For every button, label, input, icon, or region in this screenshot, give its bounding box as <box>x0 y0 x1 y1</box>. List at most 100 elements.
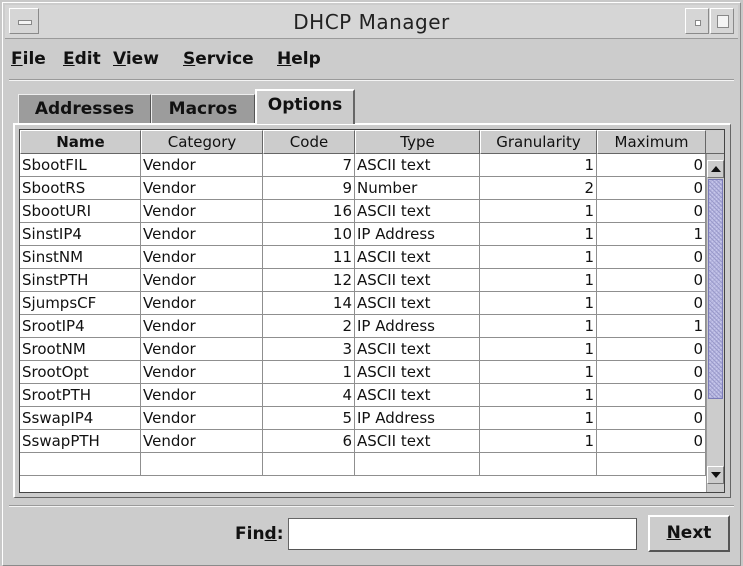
cell-code[interactable]: 3 <box>263 338 355 361</box>
table-row[interactable]: SbootRS Vendor 9 Number 2 0 <box>20 177 706 200</box>
cell-name[interactable]: SjumpsCF <box>20 292 141 315</box>
title-bar[interactable]: DHCP Manager <box>5 5 738 39</box>
menu-file[interactable]: File <box>11 49 46 69</box>
cell-type[interactable]: ASCII text <box>355 154 480 177</box>
cell-code[interactable]: 1 <box>263 361 355 384</box>
tab-options[interactable]: Options <box>255 89 355 124</box>
find-input[interactable] <box>288 518 637 550</box>
cell-name[interactable]: SrootPTH <box>20 384 141 407</box>
cell-granularity[interactable]: 1 <box>480 223 597 246</box>
table-row[interactable]: SjumpsCF Vendor 14 ASCII text 1 0 <box>20 292 706 315</box>
cell-name[interactable]: SinstIP4 <box>20 223 141 246</box>
cell-type[interactable]: IP Address <box>355 223 480 246</box>
table-row[interactable]: SinstIP4 Vendor 10 IP Address 1 1 <box>20 223 706 246</box>
table-row[interactable]: SrootOpt Vendor 1 ASCII text 1 0 <box>20 361 706 384</box>
cell-name[interactable]: SswapPTH <box>20 430 141 453</box>
cell-maximum[interactable]: 0 <box>597 246 706 269</box>
column-header-code[interactable]: Code <box>263 130 355 154</box>
cell-granularity[interactable]: 1 <box>480 292 597 315</box>
cell-type[interactable]: ASCII text <box>355 246 480 269</box>
cell-category[interactable]: Vendor <box>141 269 263 292</box>
cell-maximum[interactable]: 0 <box>597 384 706 407</box>
cell-maximum[interactable]: 0 <box>597 154 706 177</box>
table-row[interactable]: SbootFIL Vendor 7 ASCII text 1 0 <box>20 154 706 177</box>
cell-granularity[interactable]: 1 <box>480 154 597 177</box>
cell-code[interactable]: 9 <box>263 177 355 200</box>
column-header-granularity[interactable]: Granularity <box>480 130 597 154</box>
menu-service[interactable]: Service <box>183 49 254 69</box>
table-row[interactable]: SswapIP4 Vendor 5 IP Address 1 0 <box>20 407 706 430</box>
cell-granularity[interactable]: 1 <box>480 407 597 430</box>
cell-category[interactable]: Vendor <box>141 223 263 246</box>
column-header-category[interactable]: Category <box>141 130 263 154</box>
cell-type[interactable]: Number <box>355 177 480 200</box>
cell-code[interactable]: 16 <box>263 200 355 223</box>
scroll-up-button[interactable] <box>707 160 724 178</box>
tab-addresses[interactable]: Addresses <box>18 94 151 124</box>
column-header-maximum[interactable]: Maximum <box>597 130 706 154</box>
cell-category[interactable]: Vendor <box>141 361 263 384</box>
cell-maximum[interactable]: 0 <box>597 292 706 315</box>
cell-name[interactable]: SrootOpt <box>20 361 141 384</box>
scroll-down-button[interactable] <box>707 466 724 484</box>
menu-help[interactable]: Help <box>277 49 321 69</box>
cell-granularity[interactable]: 1 <box>480 430 597 453</box>
cell-code[interactable]: 4 <box>263 384 355 407</box>
cell-code[interactable]: 12 <box>263 269 355 292</box>
cell-maximum[interactable]: 0 <box>597 361 706 384</box>
cell-maximum[interactable]: 0 <box>597 177 706 200</box>
cell-granularity[interactable]: 1 <box>480 200 597 223</box>
cell-name[interactable]: SbootURI <box>20 200 141 223</box>
cell-code[interactable]: 11 <box>263 246 355 269</box>
table-row[interactable]: SbootURI Vendor 16 ASCII text 1 0 <box>20 200 706 223</box>
tab-macros[interactable]: Macros <box>151 94 255 124</box>
cell-type[interactable]: ASCII text <box>355 292 480 315</box>
cell-category[interactable]: Vendor <box>141 430 263 453</box>
cell-type[interactable]: ASCII text <box>355 384 480 407</box>
column-header-name[interactable]: Name <box>20 130 141 154</box>
table-row[interactable]: SrootNM Vendor 3 ASCII text 1 0 <box>20 338 706 361</box>
cell-type[interactable]: IP Address <box>355 407 480 430</box>
cell-type[interactable]: ASCII text <box>355 200 480 223</box>
cell-name[interactable]: SbootRS <box>20 177 141 200</box>
cell-maximum[interactable]: 0 <box>597 200 706 223</box>
scroll-thumb[interactable] <box>708 179 723 399</box>
table-row[interactable]: SrootIP4 Vendor 2 IP Address 1 1 <box>20 315 706 338</box>
cell-category[interactable]: Vendor <box>141 292 263 315</box>
cell-maximum[interactable]: 0 <box>597 407 706 430</box>
cell-granularity[interactable]: 1 <box>480 338 597 361</box>
cell-granularity[interactable]: 1 <box>480 269 597 292</box>
cell-name[interactable]: SinstPTH <box>20 269 141 292</box>
options-table[interactable]: Name Category Code Type Granularity Maxi… <box>19 129 725 493</box>
menu-edit[interactable]: Edit <box>63 49 101 69</box>
table-row[interactable]: SswapPTH Vendor 6 ASCII text 1 0 <box>20 430 706 453</box>
cell-code[interactable]: 2 <box>263 315 355 338</box>
cell-name[interactable]: SrootIP4 <box>20 315 141 338</box>
cell-maximum[interactable]: 0 <box>597 338 706 361</box>
cell-type[interactable]: ASCII text <box>355 361 480 384</box>
next-button[interactable]: Next <box>648 515 730 552</box>
cell-granularity[interactable]: 1 <box>480 361 597 384</box>
cell-category[interactable]: Vendor <box>141 154 263 177</box>
cell-maximum[interactable]: 1 <box>597 315 706 338</box>
cell-type[interactable]: ASCII text <box>355 269 480 292</box>
cell-code[interactable]: 14 <box>263 292 355 315</box>
table-row[interactable]: SrootPTH Vendor 4 ASCII text 1 0 <box>20 384 706 407</box>
cell-category[interactable]: Vendor <box>141 200 263 223</box>
maximize-button[interactable] <box>710 8 734 34</box>
cell-granularity[interactable]: 1 <box>480 384 597 407</box>
cell-granularity[interactable]: 1 <box>480 315 597 338</box>
cell-code[interactable]: 6 <box>263 430 355 453</box>
menu-view[interactable]: View <box>113 49 159 69</box>
table-row[interactable]: SinstNM Vendor 11 ASCII text 1 0 <box>20 246 706 269</box>
cell-name[interactable]: SrootNM <box>20 338 141 361</box>
cell-category[interactable]: Vendor <box>141 384 263 407</box>
cell-category[interactable]: Vendor <box>141 177 263 200</box>
table-row[interactable]: SinstPTH Vendor 12 ASCII text 1 0 <box>20 269 706 292</box>
table-row-partial[interactable] <box>20 453 706 476</box>
cell-name[interactable]: SinstNM <box>20 246 141 269</box>
cell-maximum[interactable]: 0 <box>597 430 706 453</box>
cell-category[interactable]: Vendor <box>141 315 263 338</box>
cell-type[interactable]: ASCII text <box>355 338 480 361</box>
cell-category[interactable]: Vendor <box>141 246 263 269</box>
